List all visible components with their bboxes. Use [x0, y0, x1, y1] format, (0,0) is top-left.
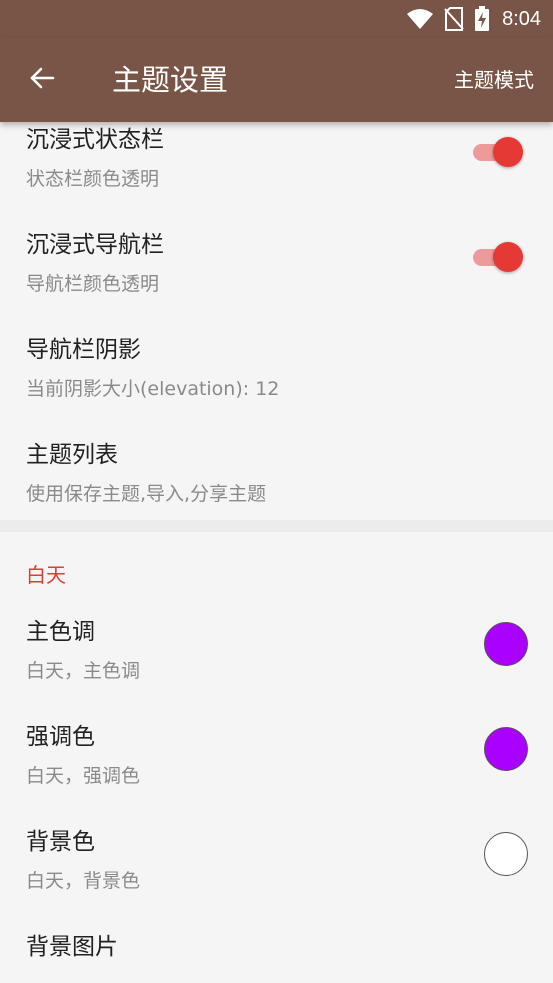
pref-summary: 当前阴影大小(elevation): 12	[26, 378, 280, 400]
pref-day-accent-color[interactable]: 强调色 白天，强调色	[0, 697, 553, 802]
pref-day-background-color[interactable]: 背景色 白天，背景色	[0, 802, 553, 907]
pref-title: 背景图片	[26, 934, 118, 960]
switch-thumb	[493, 242, 523, 272]
battery-charging-icon	[474, 6, 490, 32]
no-sim-icon	[444, 7, 464, 31]
back-button[interactable]	[18, 58, 66, 102]
settings-list[interactable]: 沉浸式状态栏 状态栏颜色透明 沉浸式导航栏 导航栏颜色透明 导航栏阴影 当前阴影…	[0, 122, 553, 983]
color-swatch[interactable]	[484, 832, 528, 876]
pref-title: 沉浸式状态栏	[26, 127, 164, 153]
pref-title: 背景色	[26, 829, 95, 855]
pref-theme-list[interactable]: 主题列表 使用保存主题,导入,分享主题	[0, 415, 553, 520]
theme-mode-button[interactable]: 主题模式	[454, 38, 534, 122]
pref-immersive-navigation-bar[interactable]: 沉浸式导航栏 导航栏颜色透明	[0, 205, 553, 310]
pref-summary: 状态栏颜色透明	[26, 168, 160, 190]
pref-summary: 白天，强调色	[26, 765, 141, 787]
status-bar: 8:04	[0, 0, 553, 38]
color-swatch[interactable]	[484, 622, 528, 666]
pref-summary: 白天，主色调	[26, 660, 141, 682]
status-icons: 8:04	[406, 0, 541, 38]
switch-thumb	[493, 137, 523, 167]
pref-summary: 导航栏颜色透明	[26, 273, 160, 295]
pref-navigation-bar-shadow[interactable]: 导航栏阴影 当前阴影大小(elevation): 12	[0, 310, 553, 415]
pref-title: 沉浸式导航栏	[26, 232, 164, 258]
arrow-left-icon	[28, 64, 56, 96]
immersive-status-bar-switch[interactable]	[473, 137, 523, 167]
pref-summary: 白天，背景色	[26, 870, 141, 892]
pref-title: 强调色	[26, 724, 95, 750]
category-header: 白天	[26, 563, 66, 587]
status-time: 8:04	[502, 7, 541, 30]
pref-summary: 使用保存主题,导入,分享主题	[26, 483, 267, 505]
category-day: 白天	[0, 532, 553, 592]
section-divider	[0, 520, 553, 532]
app-bar: 主题设置 主题模式	[0, 38, 553, 122]
pref-day-primary-color[interactable]: 主色调 白天，主色调	[0, 592, 553, 697]
pref-day-background-image[interactable]: 背景图片	[0, 907, 553, 983]
page-title: 主题设置	[112, 63, 229, 97]
pref-title: 主色调	[26, 619, 95, 645]
pref-title: 主题列表	[26, 442, 118, 468]
color-swatch[interactable]	[484, 727, 528, 771]
immersive-navigation-bar-switch[interactable]	[473, 242, 523, 272]
wifi-icon	[406, 8, 434, 30]
pref-title: 导航栏阴影	[26, 337, 141, 363]
pref-immersive-status-bar[interactable]: 沉浸式状态栏 状态栏颜色透明	[0, 122, 553, 205]
